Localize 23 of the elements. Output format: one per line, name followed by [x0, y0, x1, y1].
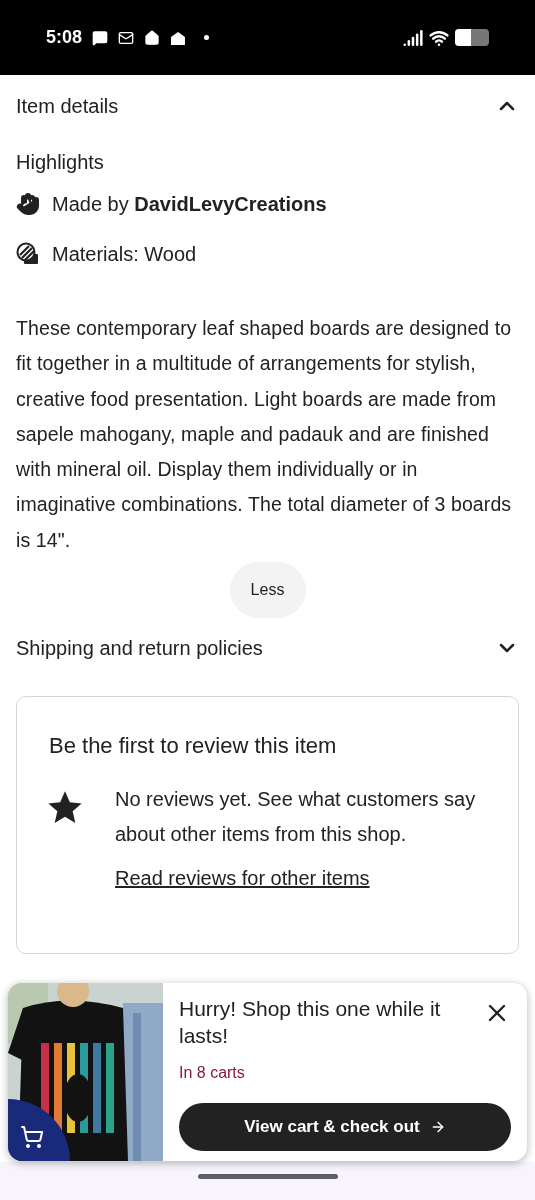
review-heading: Be the first to review this item [49, 732, 338, 761]
mail-icon [118, 29, 135, 46]
cart-icon [20, 1125, 44, 1149]
battery-icon [455, 29, 489, 46]
chat-icon [92, 29, 109, 46]
signal-icon [403, 27, 423, 48]
highlight-text: Materials: Wood [52, 242, 197, 267]
hand-icon [16, 192, 40, 216]
clock: 5:08 [46, 26, 83, 49]
home-indicator[interactable] [197, 1173, 338, 1179]
striped-ball-icon [16, 242, 40, 266]
highlight-text: Made by DavidLevyCreations [52, 192, 327, 217]
home-icon [144, 29, 161, 46]
review-message: No reviews yet. See what customers say about other items from this shop. [115, 787, 477, 848]
highlights-heading: Highlights [16, 150, 105, 175]
cart-count: In 8 carts [179, 1063, 246, 1083]
popup-title: Hurry! Shop this one while it lasts! [179, 996, 442, 1049]
description: These contemporary leaf shaped boards are designed to fit together in a multitude of arrangements for stylish, creative food presentation. Light boards are made from sapele mahogany, maple and padauk and are finished with mineral oil. Display them individually or in imaginative combinations. The total diameter of 3 boards is 14". [16, 316, 513, 553]
checkout-button[interactable]: View cart & check out [179, 1103, 511, 1151]
reviews-link[interactable]: Read reviews for other items [115, 863, 486, 894]
section-title[interactable]: Item details [16, 91, 119, 121]
less-button[interactable]: Less [229, 562, 306, 619]
section-title[interactable]: Shipping and return policies [16, 633, 263, 664]
